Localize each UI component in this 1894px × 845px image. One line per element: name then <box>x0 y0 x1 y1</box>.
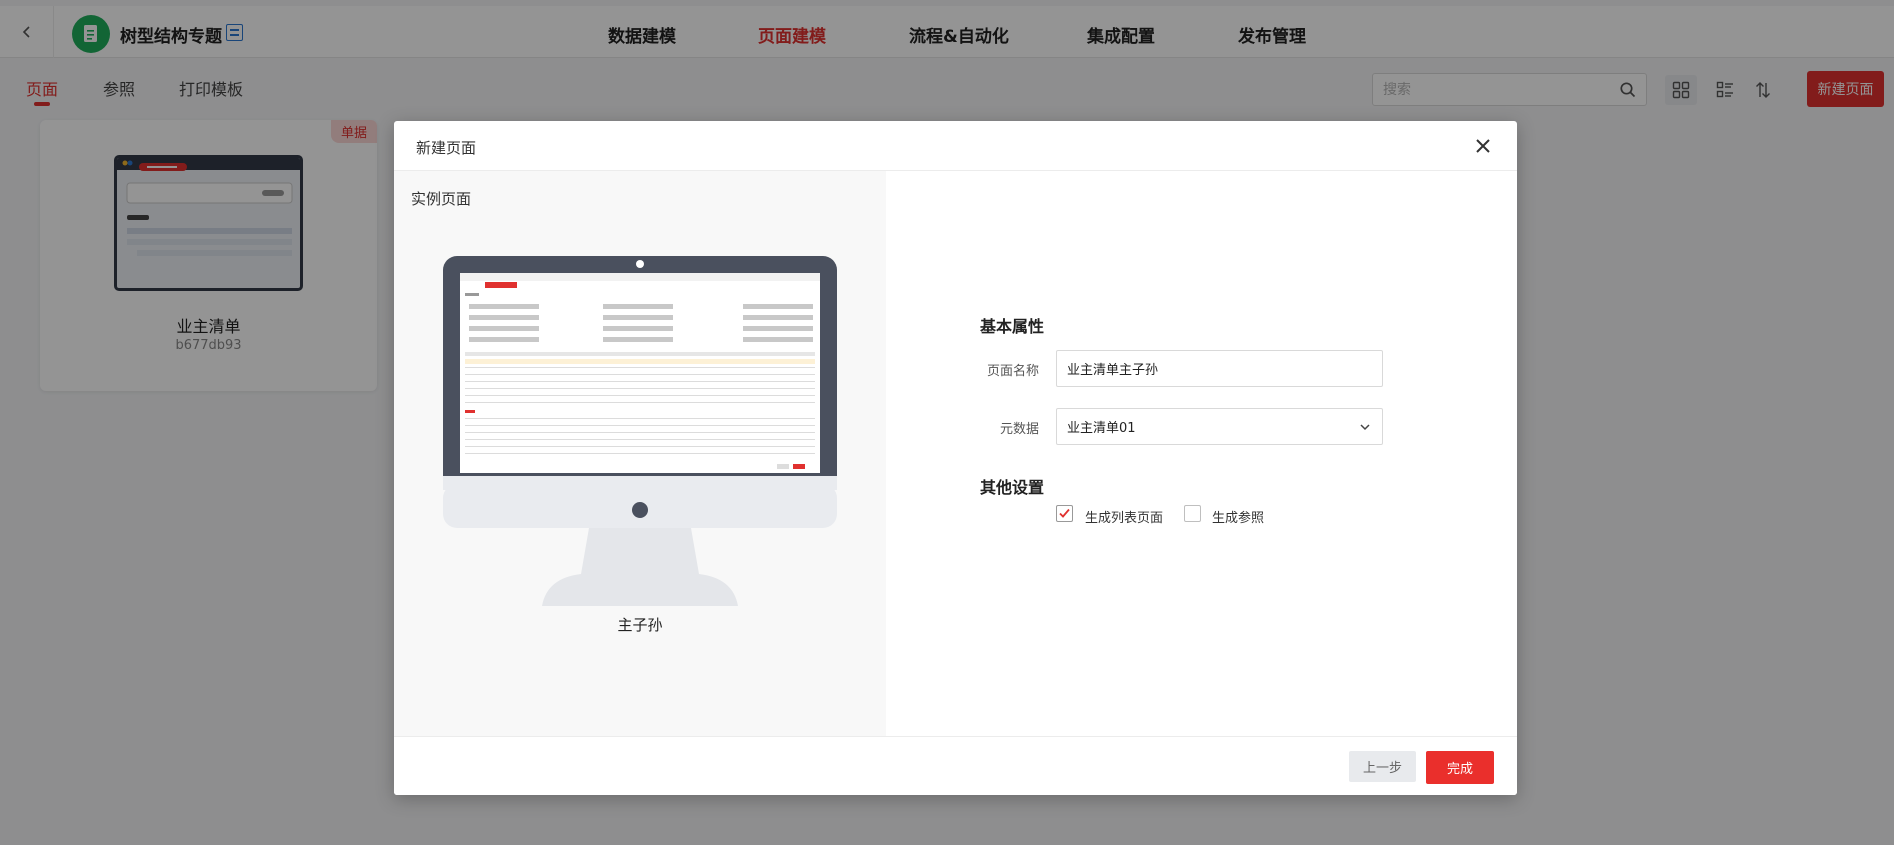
template-name: 主子孙 <box>617 616 663 634</box>
generate-list-page-label[interactable]: 生成列表页面 <box>1085 507 1163 526</box>
metadata-value: 业主清单01 <box>1067 421 1136 436</box>
new-page-dialog: 新建页面 实例页面 主子孙 基本属性 页面名称 业主清单主子孙 元数据 业主清单… <box>394 121 1517 795</box>
finish-button[interactable]: 完成 <box>1426 751 1494 784</box>
generate-list-page-checkbox[interactable] <box>1056 505 1073 522</box>
metadata-label: 元数据 <box>999 422 1039 437</box>
basic-properties-heading: 基本属性 <box>980 317 1045 336</box>
dialog-footer: 上一步 完成 <box>394 736 1517 795</box>
pane-label: 实例页面 <box>411 190 472 208</box>
other-settings-heading: 其他设置 <box>980 478 1045 497</box>
generate-reference-label[interactable]: 生成参照 <box>1212 507 1264 526</box>
dialog-title: 新建页面 <box>416 139 477 157</box>
close-icon[interactable] <box>1473 136 1493 156</box>
generate-reference-checkbox[interactable] <box>1184 505 1201 522</box>
checkmark-icon <box>1059 508 1070 518</box>
chevron-down-icon <box>1360 424 1370 431</box>
page-name-input[interactable]: 业主清单主子孙 <box>1056 350 1383 387</box>
dialog-header: 新建页面 <box>394 121 1517 171</box>
template-preview-pane: 实例页面 主子孙 <box>394 171 886 736</box>
previous-step-button[interactable]: 上一步 <box>1349 751 1416 782</box>
monitor-preview[interactable] <box>443 256 837 606</box>
page-name-label: 页面名称 <box>986 364 1039 379</box>
metadata-select[interactable]: 业主清单01 <box>1056 408 1383 445</box>
